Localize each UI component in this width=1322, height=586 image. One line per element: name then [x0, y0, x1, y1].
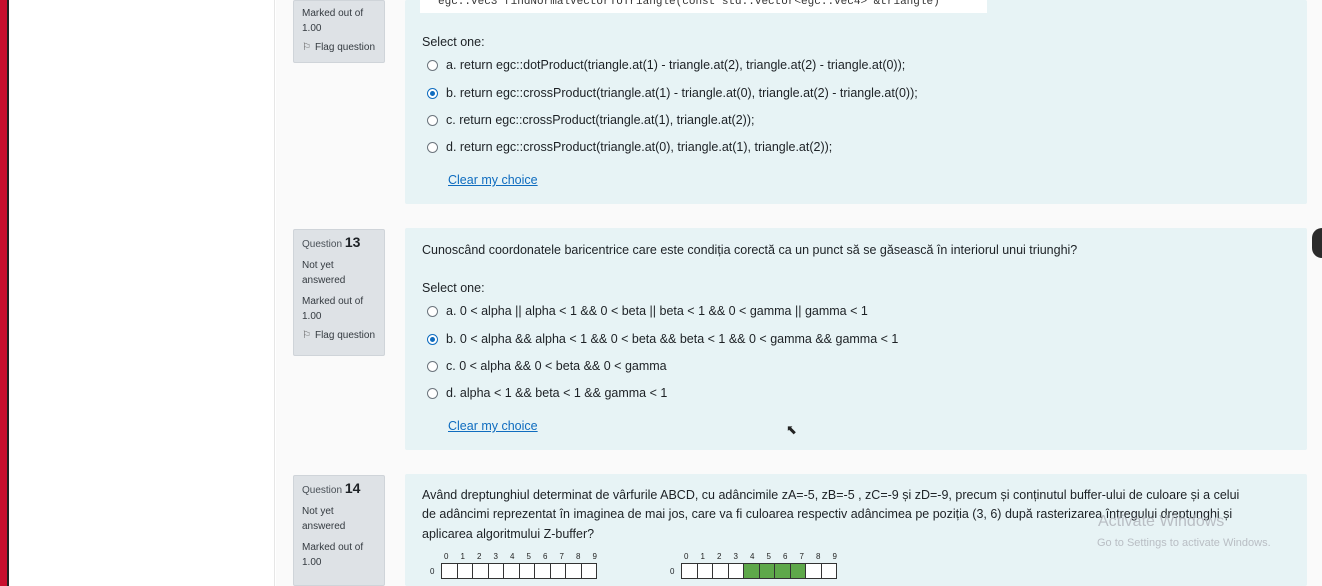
flag-question-link[interactable]: ⚐ Flag question: [302, 40, 376, 55]
radio-button[interactable]: [427, 305, 438, 317]
question-content-13: Cunoscând coordonatele baricentrice care…: [405, 228, 1307, 450]
question-status: Not yet: [302, 506, 334, 517]
answer-text: d. alpha < 1 && beta < 1 && gamma < 1: [446, 386, 668, 400]
color-buffer-grid: 0123456789 0: [430, 552, 603, 579]
code-snippet: egc::vec3 findNormalVectorToTriangle(con…: [420, 0, 987, 13]
question-number: Question 13: [302, 234, 361, 251]
answer-text: c. 0 < alpha && 0 < beta && 0 < gamma: [446, 359, 667, 373]
question-text-line-1: Având dreptunghiul determinat de vârfuri…: [422, 488, 1240, 502]
flag-icon: ⚐: [302, 42, 311, 53]
answer-option-a[interactable]: a. 0 < alpha || alpha < 1 && 0 < beta ||…: [427, 304, 868, 318]
question-status: Not yet: [302, 260, 334, 271]
windows-activation-subtitle: Go to Settings to activate Windows.: [1097, 537, 1271, 549]
marked-out-label: Marked out of: [302, 542, 364, 553]
grid-column-headers: 0123456789: [684, 552, 837, 561]
radio-button[interactable]: [427, 114, 438, 126]
flag-question-link[interactable]: ⚐ Flag question: [302, 328, 376, 343]
question-status-2: answered: [302, 275, 346, 286]
marked-out-value: 1.00: [302, 311, 322, 322]
answer-option-b[interactable]: b. return egc::crossProduct(triangle.at(…: [427, 86, 918, 100]
answer-option-c[interactable]: c. 0 < alpha && 0 < beta && 0 < gamma: [427, 359, 667, 373]
marked-out-value: 1.00: [302, 557, 322, 568]
answer-option-d[interactable]: d. alpha < 1 && beta < 1 && gamma < 1: [427, 386, 667, 400]
clear-choice-link[interactable]: Clear my choice: [448, 173, 538, 187]
answer-text: a. return egc::dotProduct(triangle.at(1)…: [446, 58, 906, 72]
flag-question-label: Flag question: [314, 42, 376, 53]
grid-row: 0: [430, 563, 603, 579]
grid-column-headers: 0123456789: [444, 552, 597, 561]
answer-text: d. return egc::crossProduct(triangle.at(…: [446, 140, 833, 154]
answer-text: a. 0 < alpha || alpha < 1 && 0 < beta ||…: [446, 304, 868, 318]
question-info-13: Question 13 Not yet answered Marked out …: [293, 229, 385, 356]
question-info-14: Question 14 Not yet answered Marked out …: [293, 475, 385, 586]
question-text-line-3: aplicarea algoritmului Z-buffer?: [422, 527, 595, 541]
radio-button[interactable]: [427, 360, 438, 372]
radio-button[interactable]: [427, 141, 438, 153]
answer-option-b[interactable]: b. 0 < alpha && alpha < 1 && 0 < beta &&…: [427, 332, 898, 346]
flag-question-label: Flag question: [314, 330, 376, 341]
drawer-toggle-handle[interactable]: [1312, 228, 1322, 258]
question-content-12: egc::vec3 findNormalVectorToTriangle(con…: [405, 0, 1307, 204]
answer-option-d[interactable]: d. return egc::crossProduct(triangle.at(…: [427, 140, 832, 154]
answer-text: b. return egc::crossProduct(triangle.at(…: [446, 86, 918, 100]
window-left-edge: [0, 0, 7, 586]
answer-text: c. return egc::crossProduct(triangle.at(…: [446, 113, 755, 127]
marked-out-value: 1.00: [302, 23, 322, 34]
grid-row: 0: [670, 563, 843, 579]
select-one-label: Select one:: [422, 35, 485, 49]
question-number: Question 14: [302, 480, 361, 497]
depth-buffer-grid: 0123456789 0: [670, 552, 843, 579]
radio-button[interactable]: [427, 387, 438, 399]
answer-option-a[interactable]: a. return egc::dotProduct(triangle.at(1)…: [427, 58, 905, 72]
left-drawer: [9, 0, 275, 586]
mouse-cursor-icon: ⬉: [786, 422, 797, 437]
flag-icon: ⚐: [302, 330, 311, 341]
question-info-12: Marked out of 1.00 ⚐ Flag question: [293, 0, 385, 63]
radio-button[interactable]: [427, 59, 438, 71]
marked-out-label: Marked out of: [302, 8, 364, 19]
radio-button-selected[interactable]: [427, 87, 438, 99]
question-text: Cunoscând coordonatele baricentrice care…: [422, 243, 1078, 257]
answer-option-c[interactable]: c. return egc::crossProduct(triangle.at(…: [427, 113, 754, 127]
select-one-label: Select one:: [422, 281, 485, 295]
marked-out-label: Marked out of: [302, 296, 364, 307]
answer-text: b. 0 < alpha && alpha < 1 && 0 < beta &&…: [446, 332, 899, 346]
windows-activation-title: Activate Windows: [1098, 513, 1225, 530]
radio-button-selected[interactable]: [427, 333, 438, 345]
question-status-2: answered: [302, 521, 346, 532]
clear-choice-link[interactable]: Clear my choice: [448, 419, 538, 433]
